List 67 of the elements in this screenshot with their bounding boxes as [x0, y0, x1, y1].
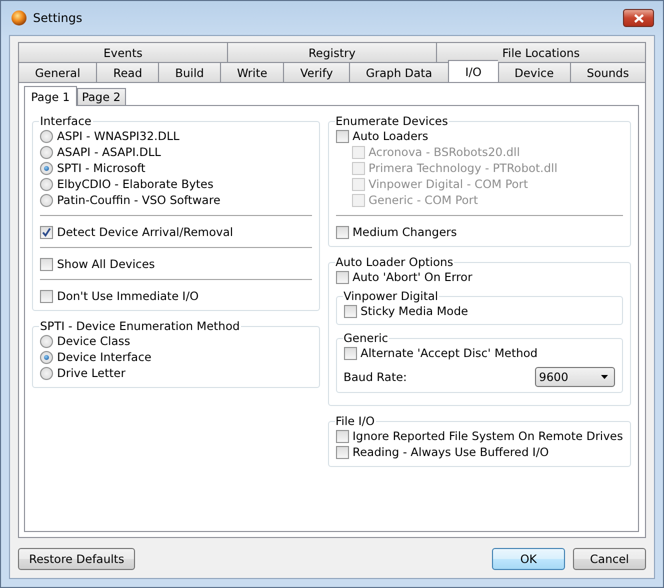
checkbox-label[interactable]: Alternate 'Accept Disc' Method	[360, 346, 538, 360]
checkbox-label[interactable]: Sticky Media Mode	[360, 304, 468, 318]
checkbox-label[interactable]: Auto 'Abort' On Error	[352, 270, 472, 284]
radio-label[interactable]: Patin-Couffin - VSO Software	[57, 193, 220, 207]
field-label: Baud Rate:	[344, 370, 407, 384]
tab[interactable]: Graph Data	[348, 62, 448, 82]
tab[interactable]: Read	[96, 62, 158, 82]
checkbox[interactable]	[336, 430, 348, 442]
dialog-button[interactable]: Cancel	[573, 548, 646, 570]
caret-icon	[601, 375, 608, 379]
radio-label[interactable]: SPTI - Microsoft	[57, 161, 146, 175]
checkbox-label[interactable]: Don't Use Immediate I/O	[57, 289, 199, 303]
checkbox-label[interactable]: Ignore Reported File System On Remote Drives	[352, 429, 623, 443]
tab[interactable]: Registry	[227, 42, 436, 62]
tab[interactable]: Sounds	[570, 62, 646, 82]
group-title: File I/O	[334, 414, 376, 428]
baud-rate-dropdown[interactable]: 9600	[535, 367, 615, 387]
checkbox-label[interactable]: Show All Devices	[57, 257, 155, 271]
radio-label[interactable]: ASPI - WNASPI32.DLL	[57, 129, 180, 143]
close-button[interactable]	[623, 9, 654, 27]
tab[interactable]: Device	[498, 62, 570, 82]
radio-button[interactable]	[40, 334, 53, 348]
tab[interactable]: General	[18, 62, 96, 82]
radio-button[interactable]	[40, 178, 53, 190]
radio-label[interactable]: Drive Letter	[57, 366, 126, 380]
checkbox[interactable]	[40, 290, 53, 302]
checkbox[interactable]	[344, 346, 356, 360]
group-title: Enumerate Devices	[334, 114, 449, 128]
tab[interactable]: Page 1	[24, 86, 77, 106]
tab[interactable]: Build	[158, 62, 220, 82]
checkbox[interactable]	[344, 304, 356, 318]
tab[interactable]: Page 2	[76, 88, 126, 105]
tab[interactable]: I/O	[448, 60, 498, 82]
close-icon	[634, 14, 644, 22]
checkbox[interactable]	[336, 446, 348, 458]
checkbox-label[interactable]: Auto Loaders	[352, 129, 428, 143]
window-title: Settings	[33, 11, 82, 25]
checkbox[interactable]	[336, 130, 348, 142]
checkbox[interactable]	[40, 226, 53, 238]
radio-button[interactable]	[40, 130, 53, 142]
tab[interactable]: File Locations	[436, 42, 646, 62]
radio-button[interactable]	[40, 194, 53, 206]
radio-label[interactable]: ElbyCDIO - Elaborate Bytes	[57, 177, 214, 191]
radio-button[interactable]	[40, 350, 53, 364]
group-title: Interface	[39, 114, 92, 128]
tab[interactable]: Write	[220, 62, 284, 82]
radio-button[interactable]	[40, 162, 53, 174]
tab[interactable]: Verify	[283, 62, 349, 82]
radio-button[interactable]	[40, 366, 53, 380]
restore-defaults-button[interactable]: Restore Defaults	[18, 548, 136, 570]
checkbox[interactable]	[336, 270, 348, 284]
radio-label[interactable]: Device Class	[57, 334, 130, 348]
tab[interactable]: Events	[18, 42, 227, 62]
checkbox-label[interactable]: Medium Changers	[352, 225, 457, 239]
group-title: Generic	[342, 331, 390, 345]
group-title: SPTI - Device Enumeration Method	[39, 319, 241, 333]
checkbox[interactable]	[336, 226, 348, 238]
checkbox[interactable]	[40, 258, 53, 270]
app-icon	[11, 10, 27, 26]
radio-label[interactable]: ASAPI - ASAPI.DLL	[57, 145, 161, 159]
dialog-button[interactable]: OK	[492, 548, 565, 570]
radio-button[interactable]	[40, 146, 53, 158]
checkbox-label[interactable]: Reading - Always Use Buffered I/O	[352, 445, 549, 459]
group-title: Auto Loader Options	[334, 255, 454, 269]
group-title: Vinpower Digital	[342, 289, 440, 303]
radio-label[interactable]: Device Interface	[57, 350, 152, 364]
checkbox-label[interactable]: Detect Device Arrival/Removal	[57, 225, 234, 239]
